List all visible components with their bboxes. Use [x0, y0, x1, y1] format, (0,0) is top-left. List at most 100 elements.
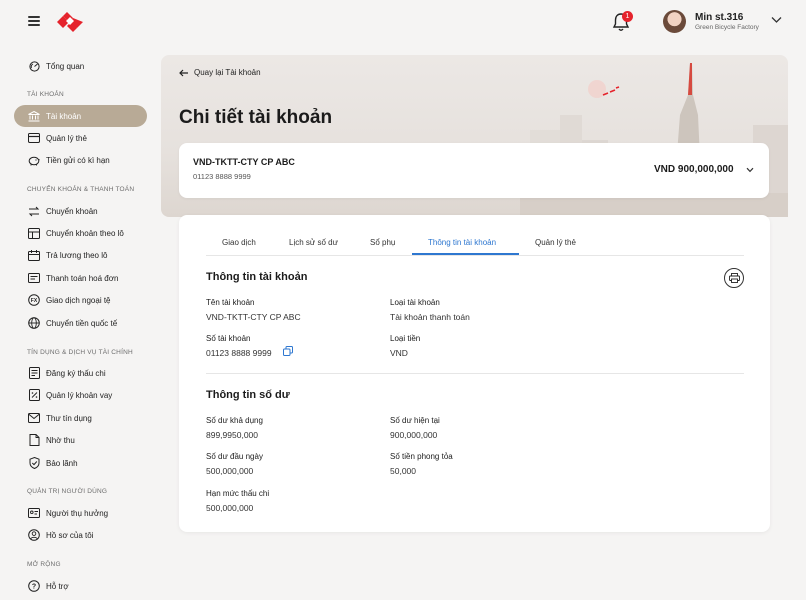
currency-label: Loại tiền — [390, 334, 421, 343]
sidebar-item-guarantee[interactable]: Bảo lãnh — [14, 452, 147, 474]
batch-transfer-icon — [28, 227, 40, 239]
bill-icon — [28, 272, 40, 284]
overdraft-limit-value: 500,000,000 — [206, 503, 254, 513]
section-label-credit: TÍN DỤNG & DỊCH VỤ TÀI CHÍNH — [27, 349, 133, 356]
notification-badge: 1 — [622, 11, 633, 22]
sidebar-item-label: Đăng ký thấu chi — [46, 368, 106, 378]
user-company: Green Bicycle Factory — [695, 24, 759, 31]
sidebar-item-support[interactable]: ? Hỗ trợ — [14, 575, 147, 597]
user-name[interactable]: Min st.316 — [695, 12, 743, 23]
sidebar-item-label: Hỗ trợ — [46, 581, 69, 591]
sidebar-item-letter-of-credit[interactable]: Thư tín dụng — [14, 407, 147, 429]
section-label-admin: QUẢN TRỊ NGƯỜI DÙNG — [27, 488, 108, 495]
account-name-value: VND-TKTT-CTY CP ABC — [206, 312, 301, 322]
sidebar-item-label: Bảo lãnh — [46, 458, 78, 468]
account-number-label: Số tài khoản — [206, 334, 251, 343]
sidebar-item-label: Chuyển tiền quốc tế — [46, 318, 118, 328]
globe-icon — [28, 317, 40, 329]
account-number: 01123 8888 9999 — [193, 172, 251, 181]
section-divider — [206, 373, 744, 374]
transfer-arrows-icon — [28, 205, 40, 217]
sidebar-item-overdraft[interactable]: Đăng ký thấu chi — [14, 362, 147, 384]
sidebar-item-label: Trả lương theo lô — [46, 250, 108, 260]
currency-value: VND — [390, 348, 408, 358]
sidebar-item-label: Quản lý khoản vay — [46, 390, 113, 400]
active-tab-indicator — [412, 253, 519, 255]
balance-info-title: Thông tin số dư — [206, 389, 290, 401]
sidebar-item-my-profile[interactable]: Hồ sơ của tôi — [14, 524, 147, 546]
sidebar-item-label: Giao dịch ngoại tệ — [46, 295, 111, 305]
account-type-label: Loại tài khoản — [390, 298, 440, 307]
chevron-down-icon[interactable] — [771, 16, 782, 24]
sidebar-item-label: Thư tín dụng — [46, 413, 92, 423]
avatar[interactable] — [663, 10, 686, 33]
page-title: Chi tiết tài khoản — [179, 107, 333, 128]
bank-logo[interactable] — [57, 12, 83, 32]
printer-icon — [728, 273, 740, 283]
opening-balance-label: Số dư đầu ngày — [206, 452, 263, 461]
svg-text:?: ? — [32, 584, 36, 591]
sidebar-item-label: Tiền gửi có kì hạn — [46, 155, 110, 165]
sidebar-item-transfer[interactable]: Chuyển khoản — [14, 200, 147, 222]
sidebar-item-label: Nhờ thu — [46, 435, 75, 445]
sidebar-item-label: Quản lý thẻ — [46, 133, 87, 143]
sidebar-item-accounts[interactable]: Tài khoản — [14, 105, 147, 127]
shield-icon — [28, 457, 40, 469]
copy-icon[interactable] — [283, 346, 293, 356]
loan-icon — [28, 389, 40, 401]
card-icon — [28, 132, 40, 144]
sidebar-item-label: Thanh toán hoá đơn — [46, 273, 119, 283]
sidebar-item-label: Tổng quan — [46, 61, 85, 71]
arrow-left-icon — [179, 69, 188, 76]
back-link[interactable]: Quay lại Tài khoản — [179, 68, 261, 77]
sidebar-item-label: Chuyển khoản — [46, 206, 98, 216]
sidebar-item-label: Tài khoản — [46, 111, 82, 121]
sidebar-item-fx[interactable]: FX Giao dịch ngoại tệ — [14, 289, 147, 311]
sidebar-item-intl-transfer[interactable]: Chuyển tiền quốc tế — [14, 312, 147, 334]
account-info-title: Thông tin tài khoản — [206, 271, 308, 283]
sidebar-item-beneficiaries[interactable]: Người thụ hưởng — [14, 502, 147, 524]
current-balance-value: 900,000,000 — [390, 430, 438, 440]
account-name-label: Tên tài khoản — [206, 298, 255, 307]
back-link-label: Quay lại Tài khoản — [194, 68, 261, 77]
help-icon: ? — [28, 580, 40, 592]
fx-icon: FX — [28, 294, 40, 306]
blocked-amount-value: 50,000 — [390, 466, 416, 476]
tab-statement[interactable]: Sổ phụ — [370, 238, 395, 247]
sidebar-item-overview[interactable]: Tổng quan — [14, 55, 147, 77]
piggy-bank-icon — [28, 154, 40, 166]
sidebar-item-cards[interactable]: Quản lý thẻ — [14, 127, 147, 149]
id-card-icon — [28, 507, 40, 519]
print-button[interactable] — [724, 268, 744, 288]
opening-balance-value: 500,000,000 — [206, 466, 254, 476]
sidebar-item-label: Hồ sơ của tôi — [46, 530, 94, 540]
calendar-icon — [28, 249, 40, 261]
svg-text:FX: FX — [31, 298, 38, 304]
sidebar-item-batch-transfer[interactable]: Chuyển khoản theo lô — [14, 222, 147, 244]
document-icon — [28, 367, 40, 379]
tab-transactions[interactable]: Giao dịch — [222, 238, 256, 247]
bank-icon — [28, 110, 40, 122]
chevron-down-icon[interactable] — [746, 167, 754, 173]
sidebar-item-label: Người thụ hưởng — [46, 508, 109, 518]
sidebar-item-deposits[interactable]: Tiền gửi có kì hạn — [14, 149, 147, 171]
sidebar-item-bill-payment[interactable]: Thanh toán hoá đơn — [14, 267, 147, 289]
user-circle-icon — [28, 529, 40, 541]
sidebar-item-label: Chuyển khoản theo lô — [46, 228, 124, 238]
overdraft-limit-label: Hạn mức thấu chi — [206, 489, 270, 498]
menu-icon[interactable] — [28, 16, 40, 26]
account-name: VND-TKTT-CTY CP ABC — [193, 157, 295, 167]
section-label-more: MỞ RỘNG — [27, 561, 61, 568]
sidebar-item-loans[interactable]: Quản lý khoản vay — [14, 384, 147, 406]
tab-account-info[interactable]: Thông tin tài khoản — [428, 238, 496, 247]
tab-balance-history[interactable]: Lịch sử số dư — [289, 238, 338, 247]
current-balance-label: Số dư hiện tại — [390, 416, 440, 425]
sidebar-item-payroll[interactable]: Trả lương theo lô — [14, 244, 147, 266]
account-balance: VND 900,000,000 — [654, 164, 734, 175]
account-type-value: Tài khoản thanh toán — [390, 312, 470, 322]
dashboard-icon — [28, 60, 40, 72]
available-balance-value: 899,9950,000 — [206, 430, 258, 440]
sidebar-item-collection[interactable]: Nhờ thu — [14, 429, 147, 451]
account-number-value: 01123 8888 9999 — [206, 348, 272, 358]
tab-card-management[interactable]: Quản lý thẻ — [535, 238, 576, 247]
